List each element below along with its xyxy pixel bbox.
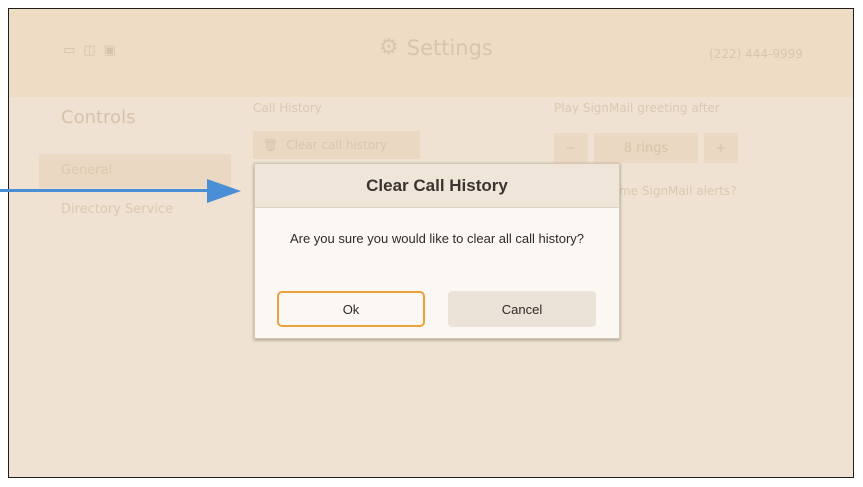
dialog-message: Are you sure you would like to clear all… (289, 231, 585, 246)
clear-call-history-label: Clear call history (286, 138, 388, 152)
rings-decrement-button[interactable]: − (554, 133, 588, 163)
device-icon: ▣ (103, 43, 116, 58)
call-history-label: Call History (253, 101, 322, 115)
dialog-title: Clear Call History (366, 175, 508, 195)
page-title: Settings (406, 35, 493, 60)
top-bar: ▭ ◫ ▣ ⚙ Settings (222) 444-9999 (9, 9, 853, 97)
status-icons: ▭ ◫ ▣ (63, 43, 116, 58)
dialog-header: Clear Call History (255, 164, 619, 208)
signmail-greeting-label: Play SignMail greeting after (554, 101, 720, 115)
screen-icon: ▭ (63, 43, 76, 58)
annotation-arrow-head-icon (207, 179, 241, 203)
trash-icon: 🗑 (263, 138, 279, 152)
sidebar-item-label: General (61, 163, 113, 178)
ok-button[interactable]: Ok (277, 291, 425, 327)
sidebar-title: Controls (61, 107, 136, 128)
rings-value: 8 rings (594, 133, 698, 163)
signal-icon: ◫ (83, 43, 96, 58)
sidebar-item-general[interactable]: General (39, 154, 231, 188)
page-title-group: ⚙ Settings (379, 35, 493, 60)
gear-icon: ⚙ (379, 35, 399, 60)
tv-screen: ▭ ◫ ▣ ⚙ Settings (222) 444-9999 Controls… (8, 8, 854, 478)
signmail-alerts-label: me SignMail alerts? (619, 184, 737, 198)
rings-increment-button[interactable]: + (704, 133, 738, 163)
clear-call-history-dialog: Clear Call History Are you sure you woul… (254, 163, 620, 339)
sidebar-item-directory-service[interactable]: Directory Service (61, 202, 173, 217)
annotation-arrow-line (0, 189, 209, 192)
clear-call-history-button[interactable]: 🗑 Clear call history (253, 131, 420, 159)
cancel-button[interactable]: Cancel (448, 291, 596, 327)
phone-number: (222) 444-9999 (709, 47, 803, 61)
